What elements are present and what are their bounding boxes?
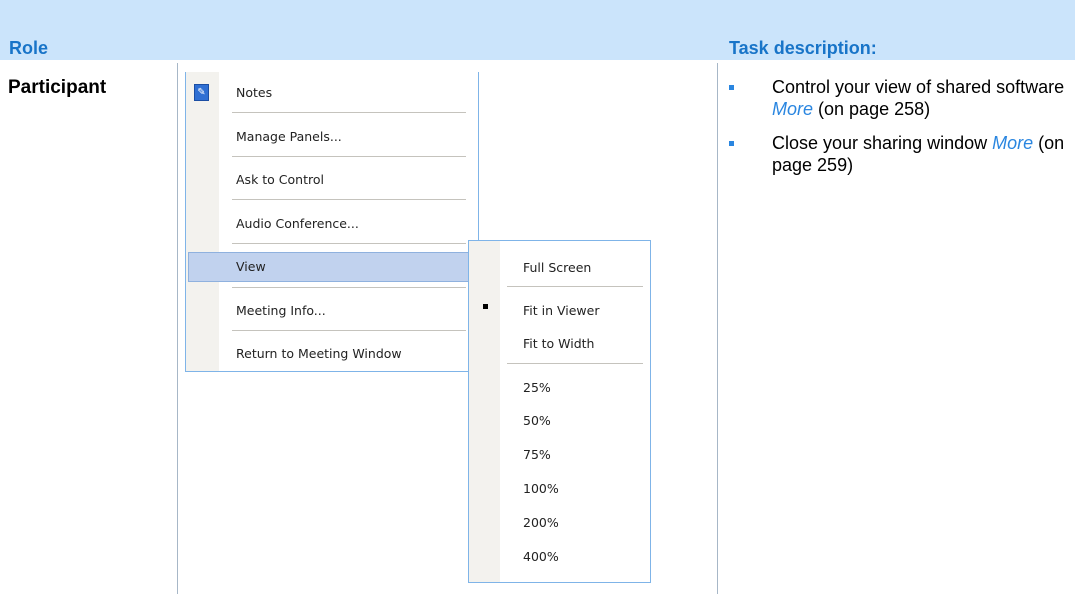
menu-separator	[232, 287, 466, 288]
menu-item-view[interactable]: View	[236, 259, 266, 274]
menu-item-manage-panels[interactable]: Manage Panels...	[236, 129, 342, 144]
menu-item-return-to-meeting-window[interactable]: Return to Meeting Window	[236, 346, 402, 361]
submenu-item-100[interactable]: 100%	[523, 481, 559, 496]
table-header-band	[0, 0, 1075, 60]
more-link[interactable]: More	[992, 133, 1033, 153]
menu-item-notes[interactable]: Notes	[236, 85, 272, 100]
menu-separator	[232, 330, 466, 331]
menu-separator	[232, 156, 466, 157]
column-divider-left	[177, 63, 178, 594]
menu-item-audio-conference[interactable]: Audio Conference...	[236, 216, 359, 231]
submenu-item-400[interactable]: 400%	[523, 549, 559, 564]
task-item: Close your sharing window More (on page …	[726, 132, 1066, 176]
menu-separator	[232, 199, 466, 200]
view-submenu: Full Screen Fit in Viewer Fit to Width 2…	[468, 240, 651, 583]
menu-item-highlight	[188, 252, 470, 282]
bullet-icon	[729, 85, 734, 90]
submenu-item-fit-in-viewer[interactable]: Fit in Viewer	[523, 303, 600, 318]
submenu-item-200[interactable]: 200%	[523, 515, 559, 530]
submenu-item-50[interactable]: 50%	[523, 413, 551, 428]
notes-icon: ✎	[194, 84, 209, 101]
task-text: Control your view of shared software	[772, 77, 1065, 97]
submenu-separator	[507, 363, 643, 364]
more-link[interactable]: More	[772, 99, 813, 119]
submenu-item-25[interactable]: 25%	[523, 380, 551, 395]
menu-item-ask-to-control[interactable]: Ask to Control	[236, 172, 324, 187]
bullet-icon	[729, 141, 734, 146]
menu-item-meeting-info[interactable]: Meeting Info...	[236, 303, 326, 318]
menu-separator	[232, 243, 466, 244]
menu-gutter	[186, 72, 219, 371]
submenu-item-75[interactable]: 75%	[523, 447, 551, 462]
page-reference: (on page 258)	[818, 99, 931, 119]
submenu-gutter	[469, 241, 500, 582]
context-menu: ✎ Notes Manage Panels... Ask to Control …	[185, 72, 479, 372]
column-divider-right	[717, 63, 718, 594]
submenu-separator	[507, 286, 643, 287]
submenu-item-full-screen[interactable]: Full Screen	[523, 260, 591, 275]
task-text: Close your sharing window	[772, 133, 988, 153]
role-participant: Participant	[8, 77, 107, 98]
task-list: Control your view of shared software Mor…	[726, 76, 1066, 176]
selected-bullet-icon	[483, 304, 488, 309]
header-task-description: Task description:	[729, 38, 877, 58]
task-item: Control your view of shared software Mor…	[726, 76, 1066, 120]
header-role: Role	[9, 38, 49, 58]
menu-separator	[232, 112, 466, 113]
submenu-item-fit-to-width[interactable]: Fit to Width	[523, 336, 594, 351]
